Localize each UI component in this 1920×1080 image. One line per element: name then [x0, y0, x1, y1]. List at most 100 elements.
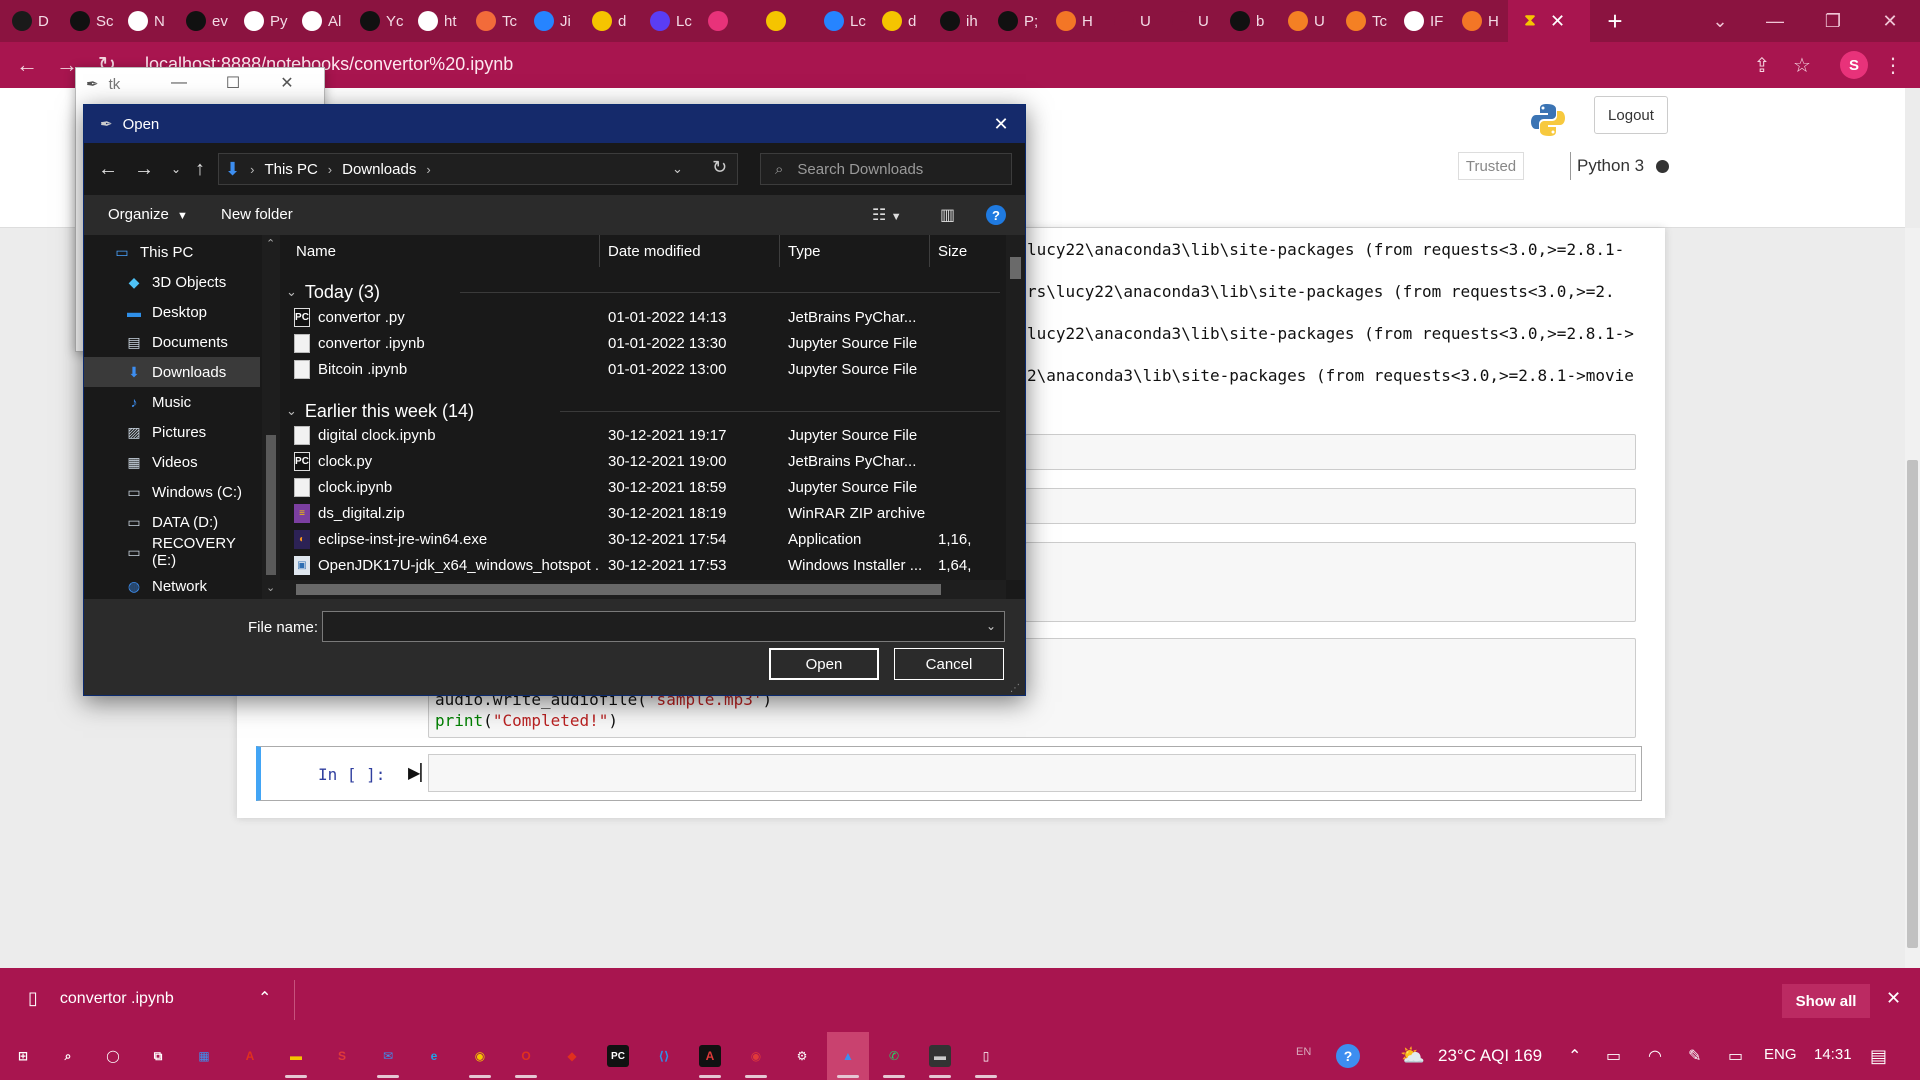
file-row[interactable]: ≡ ds_digital.zip 30-12-2021 18:19 WinRAR ZI…	[280, 501, 1000, 527]
browser-tab[interactable]: N	[116, 0, 174, 42]
browser-tab[interactable]: ev	[174, 0, 232, 42]
browser-tab[interactable]: P;	[986, 0, 1044, 42]
taskbar-app[interactable]: ▬	[275, 1032, 317, 1080]
nav-item[interactable]: ▭ DATA (D:)	[84, 507, 260, 537]
file-row[interactable]: convertor .ipynb 01-01-2022 13:30 Jupyter …	[280, 331, 1000, 357]
taskbar-app[interactable]: A	[689, 1032, 731, 1080]
taskbar-app[interactable]: ◆	[551, 1032, 593, 1080]
taskbar-app[interactable]: ⚙	[781, 1032, 823, 1080]
column-header-type[interactable]: Type	[780, 235, 930, 267]
group-header-earlier-this-week[interactable]: ⌄ Earlier this week (14)	[286, 398, 474, 424]
taskbar-app[interactable]: ◉	[459, 1032, 501, 1080]
minimize-icon[interactable]: —	[1745, 0, 1805, 42]
breadcrumb-item-this-pc[interactable]: This PC	[264, 161, 317, 178]
taskbar-app[interactable]: ⟨⟩	[643, 1032, 685, 1080]
nav-item[interactable]: ▬ Desktop	[84, 297, 260, 327]
taskbar-app[interactable]: ✉	[367, 1032, 409, 1080]
code-cell-input[interactable]	[1025, 488, 1636, 524]
logout-button[interactable]: Logout	[1594, 96, 1668, 134]
menu-kebab-icon[interactable]: ⋮	[1880, 52, 1906, 78]
browser-tab[interactable]	[754, 0, 812, 42]
language-indicator[interactable]: ENG	[1764, 1046, 1797, 1063]
tk-close-icon[interactable]: ✕	[276, 72, 298, 94]
active-cell-input[interactable]	[428, 754, 1636, 792]
browser-tab[interactable]: Sc	[58, 0, 116, 42]
recent-locations-icon[interactable]: ⌄	[164, 157, 188, 181]
nav-item[interactable]: ▭ Windows (C:)	[84, 477, 260, 507]
browser-tab[interactable]: Tc	[1334, 0, 1392, 42]
file-name-dropdown-icon[interactable]: ⌄	[986, 619, 996, 633]
trusted-indicator[interactable]: Trusted	[1458, 152, 1524, 180]
resize-grip-icon[interactable]: ⋰	[1010, 683, 1020, 694]
close-tab-icon[interactable]: ✕	[1550, 11, 1565, 32]
download-item[interactable]: ▯ convertor .ipynb	[28, 988, 174, 1009]
taskbar-app[interactable]: ▦	[183, 1032, 225, 1080]
view-options-icon[interactable]: ☷ ▼	[872, 205, 902, 225]
weather-text[interactable]: 23°C AQI 169	[1438, 1046, 1542, 1066]
help-icon[interactable]: ?	[986, 205, 1006, 225]
nav-item[interactable]: ◍ Network	[84, 571, 260, 599]
browser-tab[interactable]: Lc	[812, 0, 870, 42]
taskbar-app[interactable]: ▲	[827, 1032, 869, 1080]
file-row[interactable]: clock.ipynb 30-12-2021 18:59 Jupyter Sourc…	[280, 475, 1000, 501]
file-list-horizontal-thumb[interactable]	[296, 584, 941, 595]
nav-item[interactable]: ▭ This PC	[84, 237, 260, 267]
file-list-vertical-thumb[interactable]	[1010, 257, 1021, 279]
file-row[interactable]: PC convertor .py 01-01-2022 14:13 JetBrains…	[280, 305, 1000, 331]
open-button[interactable]: Open	[769, 648, 879, 680]
display-icon[interactable]: ▭	[1728, 1046, 1743, 1066]
browser-tab[interactable]: IF	[1392, 0, 1450, 42]
browser-tab[interactable]: Al	[290, 0, 348, 42]
scroll-down-icon[interactable]: ⌄	[266, 581, 275, 594]
search-input[interactable]	[797, 160, 988, 178]
tray-overflow-icon[interactable]: ⌃	[1568, 1046, 1581, 1066]
dialog-back-icon[interactable]: ←	[96, 157, 120, 181]
active-tab[interactable]: ⧗ ✕	[1508, 0, 1590, 42]
file-row[interactable]: ◐ eclipse-inst-jre-win64.exe 30-12-2021 17…	[280, 527, 1000, 553]
file-row[interactable]: PC clock.py 30-12-2021 19:00 JetBrains PyCh…	[280, 449, 1000, 475]
taskbar-app[interactable]: PC	[597, 1032, 639, 1080]
file-row[interactable]: Bitcoin .ipynb 01-01-2022 13:00 Jupyter So…	[280, 357, 1000, 383]
pen-icon[interactable]: ✎	[1688, 1046, 1701, 1066]
close-download-bar-icon[interactable]: ✕	[1886, 988, 1901, 1009]
taskbar-app[interactable]: S	[321, 1032, 363, 1080]
browser-tab[interactable]: U	[1276, 0, 1334, 42]
up-folder-icon[interactable]: ↑	[188, 157, 212, 181]
taskbar-app[interactable]: ⊞	[2, 1032, 44, 1080]
file-row[interactable]: digital clock.ipynb 30-12-2021 19:17 Jupyt…	[280, 423, 1000, 449]
column-header-date[interactable]: Date modified	[600, 235, 780, 267]
chevron-up-icon[interactable]: ⌃	[258, 988, 271, 1008]
cancel-button[interactable]: Cancel	[894, 648, 1004, 680]
browser-tab[interactable]	[696, 0, 754, 42]
wifi-icon[interactable]: ◠	[1648, 1046, 1662, 1066]
new-folder-button[interactable]: New folder	[221, 206, 293, 223]
nav-item[interactable]: ▤ Documents	[84, 327, 260, 357]
browser-tab[interactable]: H	[1450, 0, 1508, 42]
file-name-input[interactable]	[322, 611, 1005, 642]
organize-button[interactable]: Organize ▼	[108, 206, 188, 223]
new-tab-button[interactable]: +	[1590, 0, 1640, 42]
taskbar-app[interactable]: ▯	[965, 1032, 1007, 1080]
browser-tab[interactable]: ht	[406, 0, 464, 42]
browser-tab[interactable]: H	[1044, 0, 1102, 42]
browser-tab[interactable]: Py	[232, 0, 290, 42]
file-list-vertical-scrollbar[interactable]	[1006, 235, 1025, 580]
search-box[interactable]: ⌕	[760, 153, 1012, 185]
dialog-titlebar[interactable]: ✒ Open	[84, 105, 1025, 143]
dialog-forward-icon[interactable]: →	[132, 157, 156, 181]
tk-maximize-icon[interactable]: ☐	[222, 72, 244, 94]
nav-item[interactable]: ⬇ Downloads	[84, 357, 260, 387]
taskbar-app[interactable]: e	[413, 1032, 455, 1080]
taskbar-app[interactable]: ⧉	[137, 1032, 179, 1080]
column-header-size[interactable]: Size	[930, 235, 1000, 267]
browser-tab[interactable]: D	[0, 0, 58, 42]
browser-tab[interactable]: U	[1102, 0, 1160, 42]
browser-tab[interactable]: ih	[928, 0, 986, 42]
taskbar-app[interactable]: ◯	[92, 1032, 134, 1080]
show-all-button[interactable]: Show all	[1782, 984, 1870, 1018]
breadcrumb-item-downloads[interactable]: Downloads	[342, 161, 416, 178]
weather-icon[interactable]: ⛅	[1400, 1043, 1425, 1068]
browser-tab[interactable]: U	[1160, 0, 1218, 42]
help-tray-icon[interactable]: ?	[1336, 1044, 1360, 1068]
battery-icon[interactable]: ▭	[1606, 1046, 1621, 1066]
